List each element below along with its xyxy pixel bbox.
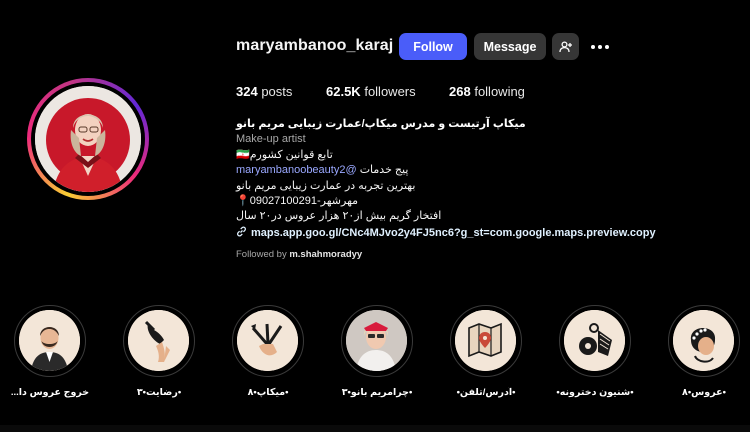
bio-external-link[interactable]: maps.app.goo.gl/CNc4MJvo2y4FJ5nc6?g_st=c… <box>236 226 706 241</box>
following-link[interactable]: 268 following <box>449 84 525 99</box>
following-count-value: 268 <box>449 84 471 99</box>
highlight-cover-ring <box>341 305 413 377</box>
bottom-edge <box>0 425 750 432</box>
suggested-users-button[interactable] <box>552 33 579 60</box>
followers-link[interactable]: 62.5K followers <box>326 84 416 99</box>
followers-count-value: 62.5K <box>326 84 361 99</box>
highlight-cover-ring <box>450 305 522 377</box>
hair-accessories-icon <box>564 310 625 371</box>
highlight-cover-ring <box>14 305 86 377</box>
message-button[interactable]: Message <box>474 33 546 60</box>
bridal-hairstyle-icon <box>673 310 734 371</box>
groom-portrait-icon <box>19 310 80 371</box>
highlight-label: •شنیون دخترونه• <box>556 387 634 398</box>
highlight-cover <box>346 310 407 371</box>
highlight-label: •آدرس/تلفن• <box>456 387 516 398</box>
bio-link-text[interactable]: maps.app.goo.gl/CNc4MJvo2y4FJ5nc6?g_st=c… <box>251 227 656 239</box>
highlight-item[interactable]: •میکاپ•۸ <box>223 305 313 398</box>
bio-full-name: میکاپ آرتیست و مدرس میکاپ/عمارت زیبایی م… <box>236 118 526 130</box>
highlight-item[interactable]: •رضایت•۳ <box>114 305 204 398</box>
followed-by[interactable]: Followed by m.shahmoradyy <box>236 249 362 260</box>
highlight-cover-ring <box>668 305 740 377</box>
more-horizontal-icon <box>591 44 609 49</box>
highlight-cover-ring <box>559 305 631 377</box>
bio-mention-link[interactable]: @maryambanoobeauty2 <box>236 164 357 176</box>
map-pin-icon <box>455 310 516 371</box>
bio-line-2: پیج خدمات @maryambanoobeauty2 <box>236 163 706 178</box>
profile-username: maryambanoo_karaj <box>236 37 394 54</box>
bio-line-4: مهرشهر-09027100291📍 <box>236 195 359 208</box>
highlight-label: •میکاپ•۸ <box>247 387 289 398</box>
bio-line-3: بهترین تجربه در عمارت زیبایی مریم بانو <box>236 179 416 192</box>
highlight-label: •عروس•۸ <box>682 387 726 398</box>
highlight-label: •چرامریم بانو•۳ <box>341 387 413 398</box>
profile-bio: میکاپ آرتیست و مدرس میکاپ/عمارت زیبایی م… <box>236 117 706 241</box>
follow-button[interactable]: Follow <box>399 33 467 60</box>
highlight-cover <box>19 310 80 371</box>
highlight-item[interactable]: •شنیون دخترونه• <box>550 305 640 398</box>
makeup-brushes-icon <box>237 310 298 371</box>
person-add-icon <box>558 40 572 52</box>
highlight-cover <box>564 310 625 371</box>
profile-photo-illustration <box>35 86 141 192</box>
posts-count-value: 324 <box>236 84 258 99</box>
highlight-cover <box>455 310 516 371</box>
highlight-item[interactable]: خروج عروس دا... <box>5 305 95 398</box>
highlight-cover <box>673 310 734 371</box>
highlight-label: •رضایت•۳ <box>136 387 182 398</box>
posts-count-label: posts <box>261 84 293 99</box>
following-count-label: following <box>474 84 525 99</box>
highlight-item[interactable]: •چرامریم بانو•۳ <box>332 305 422 398</box>
highlight-cover-ring <box>232 305 304 377</box>
bio-line-1: تابع قوانین کشورم🇮🇷 <box>236 148 333 161</box>
highlight-label: خروج عروس دا... <box>10 387 90 398</box>
bio-category: Make-up artist <box>236 133 306 146</box>
bio-line-2-text: پیج خدمات <box>356 164 409 177</box>
profile-avatar[interactable] <box>35 86 141 192</box>
highlight-item[interactable]: •آدرس/تلفن• <box>441 305 531 398</box>
link-icon <box>237 226 246 237</box>
profile-avatar-story-ring[interactable] <box>27 78 149 200</box>
highlight-cover-ring <box>123 305 195 377</box>
highlight-item[interactable]: •عروس•۸ <box>659 305 749 398</box>
telephone-hand-icon <box>128 310 189 371</box>
bride-photo-icon <box>346 310 407 371</box>
more-options-button[interactable] <box>586 33 614 60</box>
highlight-cover <box>128 310 189 371</box>
followers-count-label: followers <box>364 84 416 99</box>
bio-line-5: افتخار گریم بیش از۲۰ هزار عروس در۲۰ سال <box>236 210 442 223</box>
followed-by-prefix: Followed by <box>236 249 290 260</box>
followed-by-user[interactable]: m.shahmoradyy <box>289 249 362 260</box>
posts-count: 324 posts <box>236 84 292 99</box>
highlight-cover <box>237 310 298 371</box>
